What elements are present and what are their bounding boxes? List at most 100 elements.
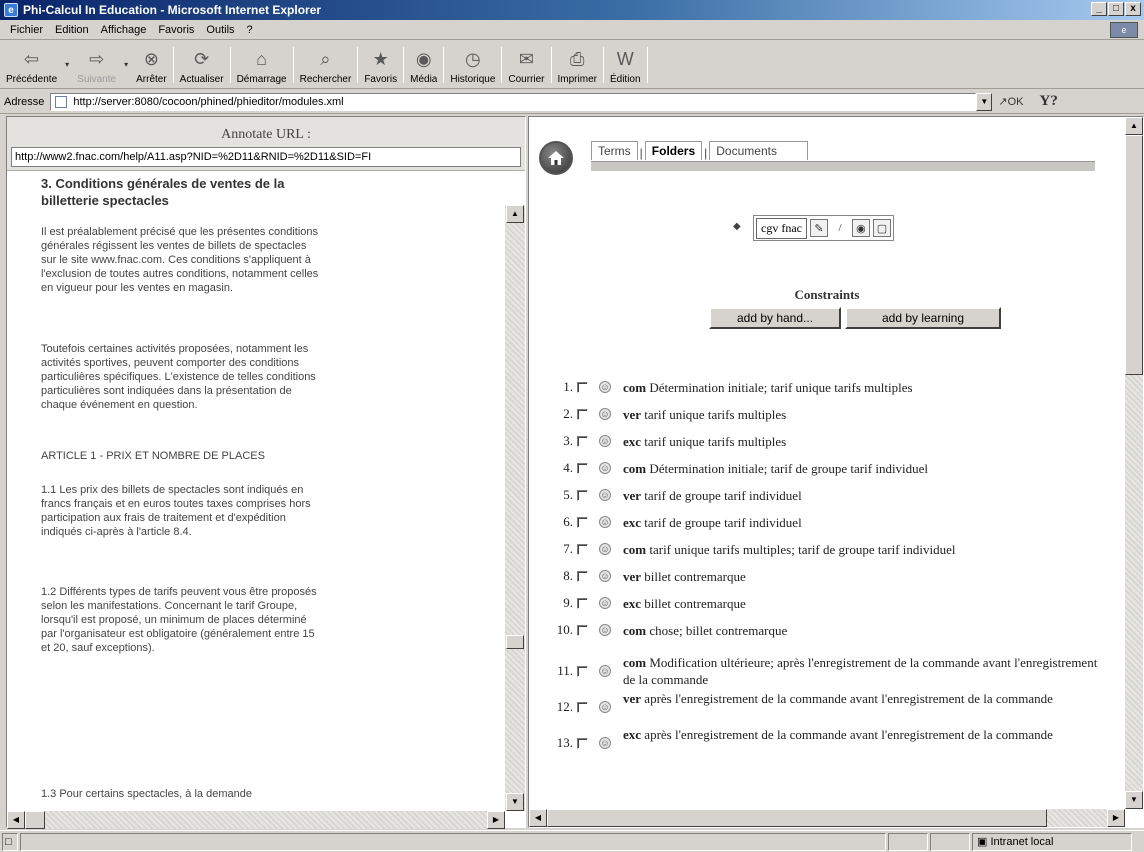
scroll-thumb[interactable] xyxy=(506,635,524,649)
toolbar-button-back-arrow[interactable]: ⇦ Précédente xyxy=(2,42,61,88)
toolbar-button-print[interactable]: ⎙ Imprimer xyxy=(554,42,601,88)
toolbar-button-mail[interactable]: ✉ Courrier xyxy=(504,42,548,88)
go-button[interactable]: ↗OK xyxy=(998,95,1023,108)
scroll-left-button[interactable]: ◀ xyxy=(529,809,547,827)
constraint-checkbox[interactable] xyxy=(577,738,588,749)
editor-vertical-scrollbar[interactable]: ▲ ▼ xyxy=(1125,117,1143,809)
ie-logo-icon: e xyxy=(1110,22,1138,38)
smiley-icon[interactable]: ☺ xyxy=(599,435,611,447)
toolbar-button-home[interactable]: ⌂ Démarrage xyxy=(233,42,291,88)
constraint-checkbox[interactable] xyxy=(577,702,588,713)
document-vertical-scrollbar[interactable]: ▲ ▼ xyxy=(505,205,525,811)
annotate-url-input[interactable]: http://www2.fnac.com/help/A11.asp?NID=%2… xyxy=(11,147,521,167)
constraint-checkbox[interactable] xyxy=(577,598,588,609)
smiley-icon[interactable]: ☺ xyxy=(599,381,611,393)
menu-edition[interactable]: Edition xyxy=(49,24,95,36)
toolbar-button-label: Imprimer xyxy=(557,74,597,85)
constraint-checkbox[interactable] xyxy=(577,571,588,582)
constraint-checkbox[interactable] xyxy=(577,436,588,447)
add-by-learning-button[interactable]: add by learning xyxy=(845,307,1001,329)
status-security xyxy=(930,832,970,851)
address-input[interactable]: http://server:8080/cocoon/phined/phiedit… xyxy=(50,92,977,111)
close-button[interactable]: x xyxy=(1125,2,1141,16)
smiley-icon[interactable]: ☺ xyxy=(599,701,611,713)
document-horizontal-scrollbar[interactable]: ◀ ▶ xyxy=(7,811,505,829)
open-folder-icon[interactable]: ▢ xyxy=(872,219,891,237)
menu-affichage[interactable]: Affichage xyxy=(95,24,153,36)
mail-icon: ✉ xyxy=(518,48,534,69)
toolbar-button-history[interactable]: ◷ Historique xyxy=(446,42,499,88)
constraint-checkbox[interactable] xyxy=(577,625,588,636)
menu-fichier[interactable]: Fichier xyxy=(4,24,49,36)
dropdown-arrow-icon[interactable]: ▾ xyxy=(65,60,69,69)
constraint-text: exc tarif unique tarifs multiples xyxy=(623,433,1103,450)
folder-label[interactable]: cgv fnac xyxy=(756,217,807,239)
constraint-checkbox[interactable] xyxy=(577,382,588,393)
scroll-up-button[interactable]: ▲ xyxy=(1125,117,1143,135)
smiley-icon[interactable]: ☺ xyxy=(599,665,611,677)
constraint-number: 8. xyxy=(563,568,573,583)
toolbar-button-stop[interactable]: ⊗ Arrêter xyxy=(132,42,171,88)
menu-favoris[interactable]: Favoris xyxy=(152,24,200,36)
scroll-up-button[interactable]: ▲ xyxy=(506,205,524,223)
menu-outils[interactable]: Outils xyxy=(200,24,240,36)
scroll-down-button[interactable]: ▼ xyxy=(506,793,524,811)
tab-folders[interactable]: Folders xyxy=(644,141,703,160)
smiley-icon[interactable]: ☺ xyxy=(599,624,611,636)
toolbar-button-forward-arrow[interactable]: ⇨ Suivante xyxy=(73,42,120,88)
smiley-icon[interactable]: ☺ xyxy=(599,408,611,420)
scroll-left-button[interactable]: ◀ xyxy=(7,811,25,829)
tab-documents[interactable]: Documents xyxy=(709,141,808,160)
scroll-right-button[interactable]: ▶ xyxy=(1107,809,1125,827)
constraint-body: billet contremarque xyxy=(644,596,746,611)
yahoo-toolbar-icon[interactable]: Y? xyxy=(1039,93,1057,110)
toolbar-button-refresh[interactable]: ⟳ Actualiser xyxy=(176,42,228,88)
minimize-button[interactable]: _ xyxy=(1091,2,1107,16)
constraint-number: 7. xyxy=(563,541,573,556)
constraint-text: com Détermination initiale; tarif de gro… xyxy=(623,460,1103,477)
pencil-icon[interactable]: / xyxy=(831,219,849,237)
window-controls: _ □ x xyxy=(1091,2,1141,16)
smiley-icon[interactable]: ☺ xyxy=(599,570,611,582)
toolbar-button-label: Suivante xyxy=(77,74,117,85)
toolbar-button-edit-word[interactable]: W Édition xyxy=(606,42,645,88)
constraint-body: Détermination initiale; tarif unique tar… xyxy=(649,380,913,395)
toolbar-button-search[interactable]: ⌕ Rechercher xyxy=(296,42,356,88)
menu-help[interactable]: ? xyxy=(241,24,259,36)
smiley-icon[interactable]: ☺ xyxy=(599,462,611,474)
constraint-checkbox[interactable] xyxy=(577,544,588,555)
constraint-checkbox[interactable] xyxy=(577,666,588,677)
scroll-thumb-horizontal[interactable] xyxy=(25,811,45,829)
editor-horizontal-scrollbar[interactable]: ◀ ▶ xyxy=(529,809,1125,827)
toolbar-button-media[interactable]: ◉ Média xyxy=(406,42,441,88)
status-bar: □ ▣ Intranet local xyxy=(0,830,1144,852)
smiley-icon[interactable]: ☺ xyxy=(599,543,611,555)
tab-terms[interactable]: Terms xyxy=(591,141,638,160)
smiley-icon[interactable]: ☺ xyxy=(599,597,611,609)
constraint-checkbox[interactable] xyxy=(577,463,588,474)
add-by-hand-button[interactable]: add by hand... xyxy=(709,307,841,329)
scroll-thumb[interactable] xyxy=(1125,135,1143,375)
smiley-icon[interactable]: ☺ xyxy=(599,737,611,749)
home-button[interactable] xyxy=(539,141,573,175)
constraint-checkbox[interactable] xyxy=(577,490,588,501)
scroll-right-button[interactable]: ▶ xyxy=(487,811,505,829)
smiley-icon[interactable]: ☺ xyxy=(599,516,611,528)
address-dropdown-button[interactable]: ▼ xyxy=(976,92,993,111)
constraint-text: ver billet contremarque xyxy=(623,568,1103,585)
constraint-checkbox[interactable] xyxy=(577,409,588,420)
print-icon: ⎙ xyxy=(570,48,585,69)
dropdown-arrow-icon[interactable]: ▾ xyxy=(124,60,128,69)
constraint-number: 13. xyxy=(556,735,573,750)
page-icon xyxy=(55,95,68,108)
scroll-thumb-horizontal[interactable] xyxy=(547,809,1047,827)
comment-icon[interactable]: ✎ xyxy=(809,219,828,237)
constraint-checkbox[interactable] xyxy=(577,517,588,528)
toolbar-button-favorites[interactable]: ★ Favoris xyxy=(360,42,401,88)
constraint-body: après l'enregistrement de la commande av… xyxy=(644,727,1053,742)
smiley-icon[interactable]: ☺ xyxy=(599,489,611,501)
scroll-down-button[interactable]: ▼ xyxy=(1125,791,1143,809)
constraint-text: ver après l'enregistrement de la command… xyxy=(623,690,1103,707)
view-icon[interactable]: ◉ xyxy=(851,219,870,237)
maximize-button[interactable]: □ xyxy=(1108,2,1124,16)
